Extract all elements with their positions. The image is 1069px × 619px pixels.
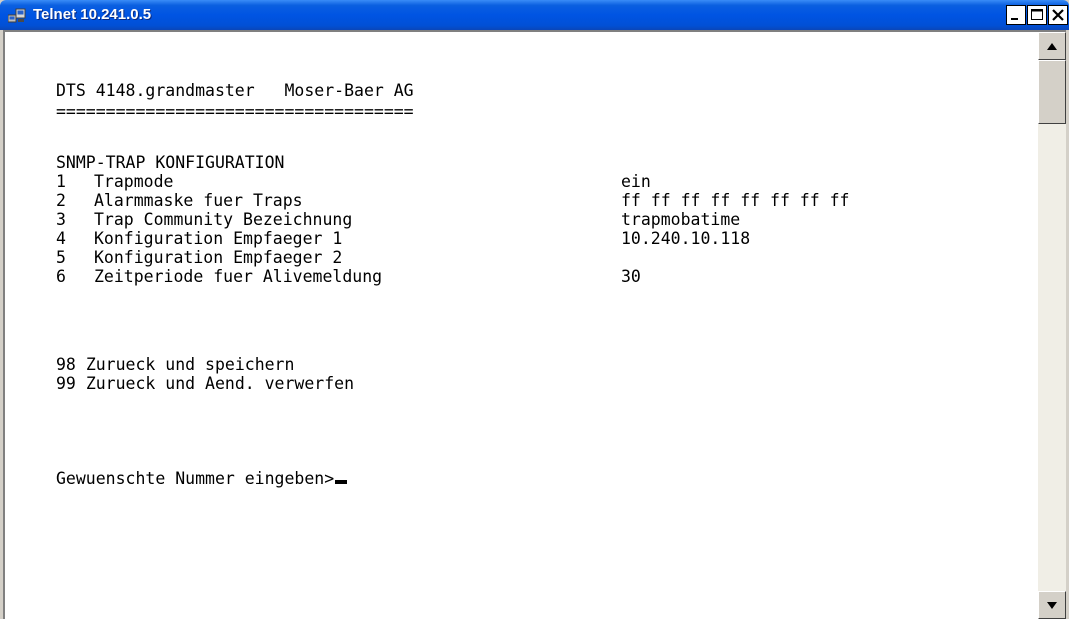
menu-label: Konfiguration Empfaeger 2 <box>94 248 343 267</box>
menu-value: ein <box>621 172 651 191</box>
prompt-text: Gewuenschte Nummer eingeben> <box>56 469 335 488</box>
menu-value: trapmobatime <box>621 210 741 229</box>
scroll-down-button[interactable] <box>1038 591 1066 619</box>
menu-number: 4 <box>56 229 66 248</box>
arrow-down-icon <box>1047 602 1057 609</box>
menu-number: 3 <box>56 210 66 229</box>
telnet-terminal-icon[interactable] <box>7 7 26 23</box>
menu-number: 5 <box>56 248 66 267</box>
scrollbar-thumb[interactable] <box>1038 60 1066 124</box>
menu-item-trap-community: 3 Trap Community Bezeichnung trapmobatime <box>56 210 740 229</box>
menu-item-alarmmaske: 2 Alarmmaske fuer Traps ff ff ff ff ff ff … <box>56 191 849 210</box>
menu-number: 6 <box>56 267 66 286</box>
window-title: Telnet 10.241.0.5 <box>33 6 152 23</box>
menu-label: Alarmmaske fuer Traps <box>94 191 303 210</box>
menu-number: 2 <box>56 191 66 210</box>
close-button[interactable] <box>1048 5 1068 25</box>
arrow-up-icon <box>1047 43 1057 50</box>
vertical-scrollbar[interactable] <box>1038 32 1066 619</box>
terminal-screen[interactable]: DTS 4148.grandmaster Moser-Baer AG =====… <box>5 32 1036 619</box>
header-separator: ==================================== <box>56 102 414 121</box>
action-discard: 99 Zurueck und Aend. verwerfen <box>56 374 354 393</box>
title-bar[interactable]: Telnet 10.241.0.5 <box>0 0 1069 30</box>
telnet-client-area: DTS 4148.grandmaster Moser-Baer AG =====… <box>3 30 1066 619</box>
menu-item-empfaeger-2: 5 Konfiguration Empfaeger 2 <box>56 248 342 267</box>
minimize-icon <box>1011 18 1018 20</box>
menu-value: 10.240.10.118 <box>621 229 751 248</box>
menu-label: Trapmode <box>94 172 174 191</box>
menu-label: Trap Community Bezeichnung <box>94 210 353 229</box>
menu-item-trapmode: 1 Trapmode ein <box>56 172 651 191</box>
telnet-window: Telnet 10.241.0.5 DTS 4148.grandmaster M… <box>0 0 1069 619</box>
menu-value: 30 <box>621 267 641 286</box>
action-label: Zurueck und Aend. verwerfen <box>85 374 355 393</box>
menu-number: 1 <box>56 172 66 191</box>
action-label: Zurueck und speichern <box>85 355 295 374</box>
text-cursor <box>335 480 348 484</box>
action-number: 98 <box>56 355 76 374</box>
menu-label: Konfiguration Empfaeger 1 <box>94 229 343 248</box>
scroll-up-button[interactable] <box>1038 32 1066 60</box>
command-prompt[interactable]: Gewuenschte Nummer eingeben> <box>56 469 348 488</box>
action-number: 99 <box>56 374 76 393</box>
menu-value: ff ff ff ff ff ff ff ff <box>621 191 850 210</box>
menu-item-empfaeger-1: 4 Konfiguration Empfaeger 1 10.240.10.118 <box>56 229 750 248</box>
menu-item-alivemeldung: 6 Zeitperiode fuer Alivemeldung 30 <box>56 267 641 286</box>
minimize-button[interactable] <box>1006 5 1026 25</box>
maximize-icon <box>1031 9 1043 20</box>
action-save: 98 Zurueck und speichern <box>56 355 294 374</box>
section-title: SNMP-TRAP KONFIGURATION <box>56 153 285 172</box>
menu-label: Zeitperiode fuer Alivemeldung <box>94 267 383 286</box>
terminal-header: DTS 4148.grandmaster Moser-Baer AG <box>56 81 414 100</box>
close-icon <box>1052 9 1064 21</box>
maximize-button[interactable] <box>1027 5 1047 25</box>
